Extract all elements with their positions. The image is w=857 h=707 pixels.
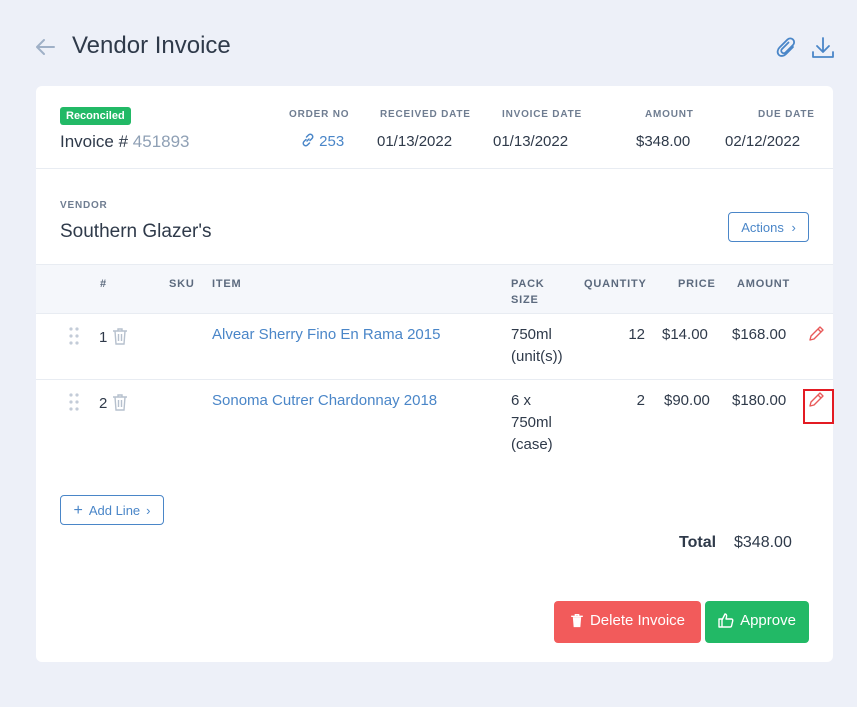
add-line-button[interactable]: + Add Line › <box>60 495 164 525</box>
table-row: 1 Alvear Sherry Fino En Rama 2015 750ml … <box>36 314 833 380</box>
divider <box>36 168 833 169</box>
trash-icon[interactable] <box>112 327 128 345</box>
pencil-icon[interactable] <box>807 325 825 343</box>
invoice-date-label: INVOICE DATE <box>502 109 582 120</box>
column-header-amount: AMOUNT <box>737 278 791 290</box>
column-header-price: PRICE <box>678 278 716 290</box>
amount-label: AMOUNT <box>645 109 694 120</box>
approve-label: Approve <box>740 611 796 629</box>
table-header: # SKU ITEM PACK SIZE QUANTITY PRICE AMOU… <box>36 264 833 314</box>
download-icon[interactable] <box>811 36 835 60</box>
approve-button[interactable]: Approve <box>705 601 809 643</box>
edit-highlight-box <box>803 389 834 424</box>
table-row: 2 Sonoma Cutrer Chardonnay 2018 6 x 750m… <box>36 380 833 470</box>
row-number: 1 <box>99 329 108 346</box>
row-number: 2 <box>99 395 108 412</box>
received-date-value: 01/13/2022 <box>377 133 453 150</box>
add-line-label: Add Line <box>88 502 141 518</box>
due-date-label: DUE DATE <box>758 109 815 120</box>
order-no-value: 253 <box>319 133 345 150</box>
actions-button[interactable]: Actions › <box>728 212 809 242</box>
vendor-label: VENDOR <box>60 200 108 211</box>
page-title: Vendor Invoice <box>72 32 231 59</box>
column-header-pack-size: PACK SIZE <box>511 276 545 308</box>
vendor-name: Southern Glazer's <box>60 221 212 242</box>
actions-button-label: Actions <box>741 219 784 235</box>
plus-icon: + <box>73 501 83 519</box>
trash-icon <box>571 614 583 628</box>
total-label: Total <box>679 534 717 551</box>
amount-value: $348.00 <box>636 133 691 150</box>
row-price: $90.00 <box>664 392 710 409</box>
row-amount: $168.00 <box>732 326 787 343</box>
order-no-label: ORDER NO <box>289 109 350 120</box>
column-header-quantity: QUANTITY <box>584 278 647 290</box>
row-price: $14.00 <box>662 326 708 343</box>
row-pack-size-line-3: (case) <box>511 436 553 453</box>
total-value: $348.00 <box>734 534 792 551</box>
page-header: Vendor Invoice <box>0 0 857 90</box>
row-amount: $180.00 <box>732 392 787 409</box>
arrow-left-icon[interactable] <box>34 36 56 58</box>
column-header-sku: SKU <box>169 278 195 290</box>
row-item-link[interactable]: Alvear Sherry Fino En Rama 2015 <box>212 324 440 346</box>
paperclip-icon[interactable] <box>776 36 798 60</box>
drag-handle-icon[interactable] <box>68 326 80 346</box>
chevron-right-icon: › <box>791 219 796 235</box>
row-pack-size: 750ml (unit(s)) <box>511 324 563 368</box>
order-no-link[interactable]: 253 <box>301 133 344 150</box>
row-pack-size: 6 x 750ml (case) <box>511 390 553 456</box>
invoice-date-value: 01/13/2022 <box>493 133 569 150</box>
column-header-num: # <box>100 278 107 290</box>
due-date-value: 02/12/2022 <box>725 133 801 150</box>
status-badge: Reconciled <box>60 107 131 125</box>
delete-invoice-button[interactable]: Delete Invoice <box>554 601 701 643</box>
invoice-number-value: 451893 <box>132 132 190 151</box>
row-quantity: 12 <box>628 326 645 343</box>
invoice-number: Invoice # 451893 <box>60 132 190 152</box>
link-icon <box>302 133 314 147</box>
column-header-pack-size-line-1: PACK <box>511 278 545 290</box>
column-header-item: ITEM <box>212 278 242 290</box>
row-pack-size-line-1: 6 x <box>511 392 532 409</box>
drag-handle-icon[interactable] <box>68 392 80 412</box>
row-quantity: 2 <box>636 392 645 409</box>
row-pack-size-line-1: 750ml <box>511 326 552 343</box>
row-pack-size-line-2: (unit(s)) <box>511 348 563 365</box>
invoice-number-prefix: Invoice # <box>60 132 129 151</box>
column-header-pack-size-line-2: SIZE <box>511 294 539 306</box>
received-date-label: RECEIVED DATE <box>380 109 471 120</box>
chevron-right-icon: › <box>146 502 151 518</box>
delete-invoice-label: Delete Invoice <box>589 612 686 629</box>
row-item-link[interactable]: Sonoma Cutrer Chardonnay 2018 <box>212 390 437 412</box>
trash-icon[interactable] <box>112 393 128 411</box>
thumbs-up-icon <box>718 613 734 628</box>
row-pack-size-line-2: 750ml <box>511 414 552 431</box>
invoice-card: Reconciled Invoice # 451893 ORDER NO 253… <box>36 86 834 662</box>
